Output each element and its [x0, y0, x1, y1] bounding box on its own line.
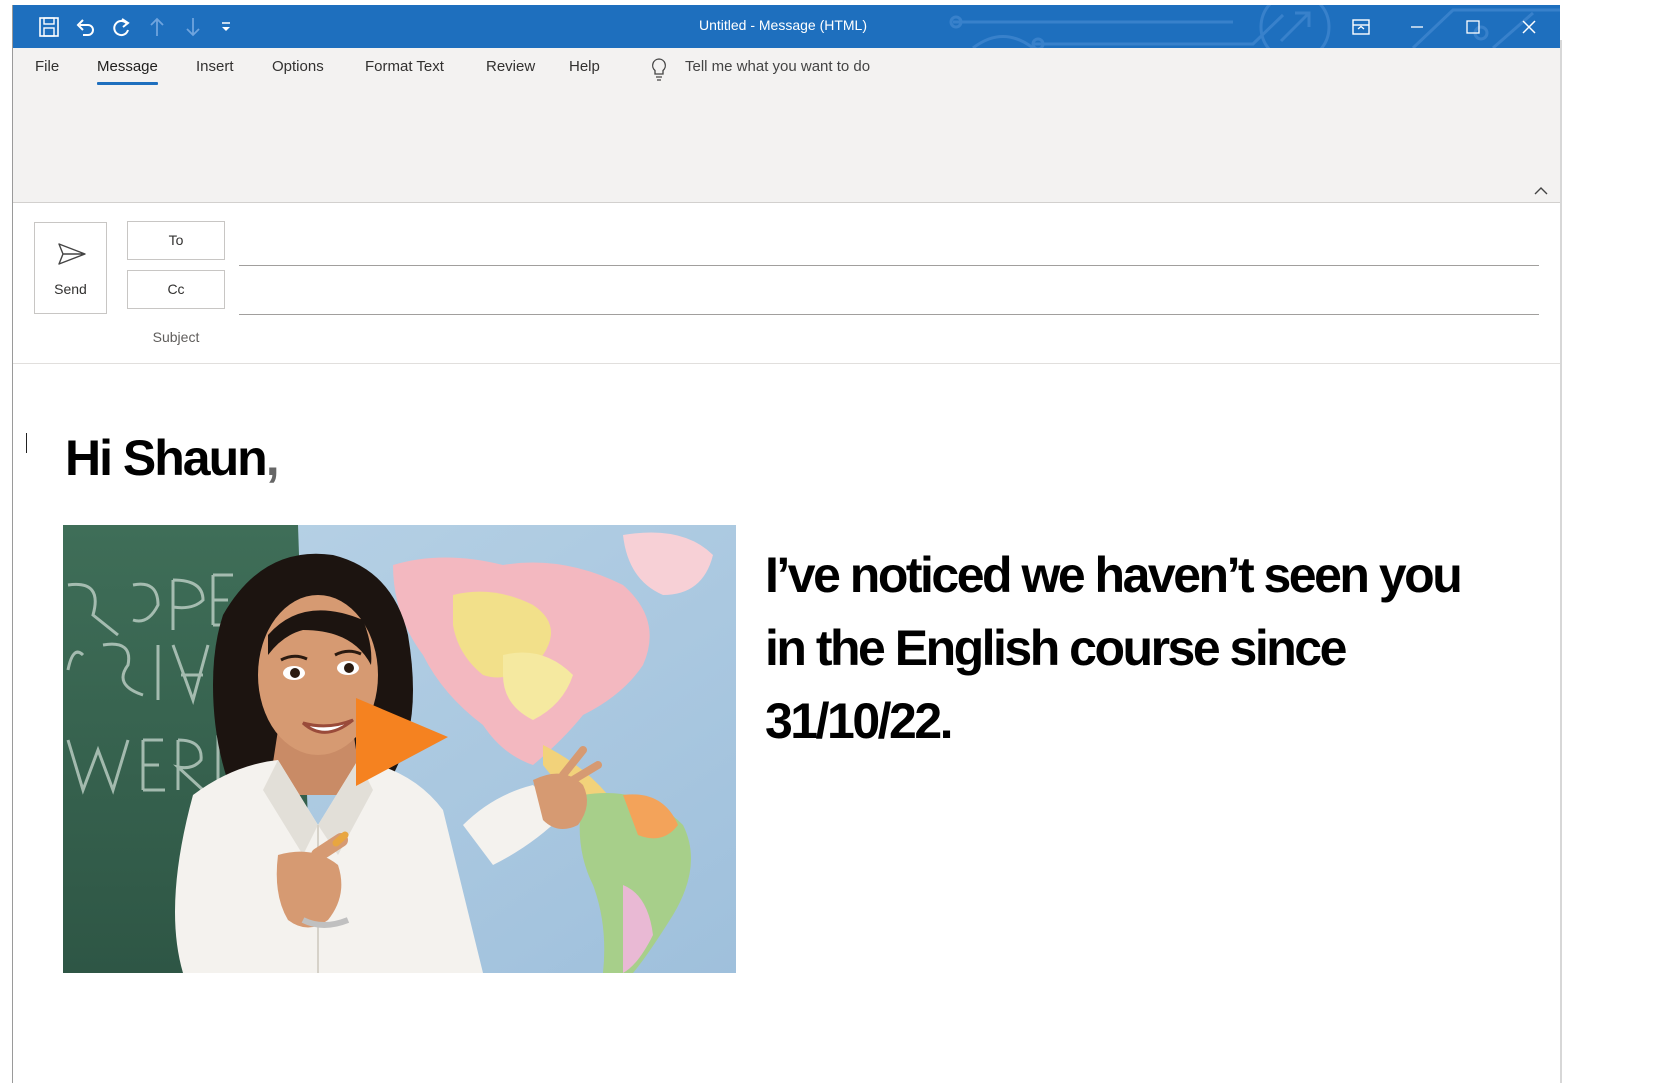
collapse-ribbon-icon[interactable]	[1531, 184, 1551, 198]
subject-label: Subject	[152, 329, 200, 345]
tab-format-text[interactable]: Format Text	[365, 58, 444, 75]
message-line: 31/10/22.	[765, 693, 954, 749]
customize-qat-icon	[222, 22, 230, 31]
ribbon-display-options-icon	[1352, 18, 1370, 35]
message-line: I’ve noticed we haven’t seen you	[765, 547, 1463, 603]
tab-options[interactable]: Options	[272, 58, 324, 75]
save-button[interactable]	[35, 13, 63, 41]
minimize-icon	[1411, 25, 1423, 28]
outlook-message-window: Untitled - Message (HTML) File Message I…	[12, 5, 1560, 1083]
next-item-icon	[186, 18, 200, 37]
tab-message[interactable]: Message	[97, 58, 158, 85]
maximize-button[interactable]	[1445, 5, 1501, 48]
redo-button[interactable]	[107, 13, 135, 41]
minimize-button[interactable]	[1389, 5, 1445, 48]
ribbon: File Message Insert Options Format Text …	[13, 48, 1560, 203]
close-button[interactable]	[1501, 5, 1557, 48]
tab-review[interactable]: Review	[486, 58, 535, 75]
next-item-button[interactable]	[179, 13, 207, 41]
header-divider	[13, 363, 1560, 364]
tell-me-search[interactable]: Tell me what you want to do	[685, 58, 870, 75]
undo-button[interactable]	[71, 13, 99, 41]
play-icon[interactable]	[348, 690, 458, 790]
cc-field[interactable]	[239, 314, 1539, 315]
previous-item-icon	[150, 17, 164, 36]
to-field[interactable]	[239, 265, 1539, 266]
send-button[interactable]: Send	[34, 222, 107, 314]
tab-insert[interactable]: Insert	[196, 58, 234, 75]
maximize-icon	[1466, 19, 1480, 34]
save-icon	[39, 17, 59, 37]
window-title: Untitled - Message (HTML)	[698, 17, 868, 33]
to-button[interactable]: To	[127, 221, 225, 260]
greeting-comma: ,	[265, 430, 280, 486]
customize-qat-button[interactable]	[215, 13, 237, 41]
title-bar: Untitled - Message (HTML)	[13, 5, 1560, 48]
redo-icon	[113, 18, 130, 37]
ribbon-display-options-button[interactable]	[1333, 5, 1389, 48]
close-icon	[1522, 19, 1536, 34]
greeting-name: Hi Shaun	[65, 430, 268, 486]
greeting[interactable]: Hi Shaun,	[65, 429, 280, 487]
tab-help[interactable]: Help	[569, 58, 600, 75]
cc-button[interactable]: Cc	[127, 270, 225, 309]
video-thumbnail[interactable]	[63, 525, 736, 973]
undo-icon	[76, 19, 94, 36]
send-icon	[58, 243, 86, 265]
message-text[interactable]: I’ve noticed we haven’t seen you in the …	[765, 539, 1525, 758]
message-line: in the English course since	[765, 620, 1347, 676]
previous-item-button[interactable]	[143, 13, 171, 41]
window-right-edge	[1560, 40, 1562, 1083]
text-cursor	[26, 433, 27, 453]
tab-file[interactable]: File	[35, 58, 59, 75]
lightbulb-icon	[652, 58, 666, 81]
send-label: Send	[54, 281, 87, 297]
